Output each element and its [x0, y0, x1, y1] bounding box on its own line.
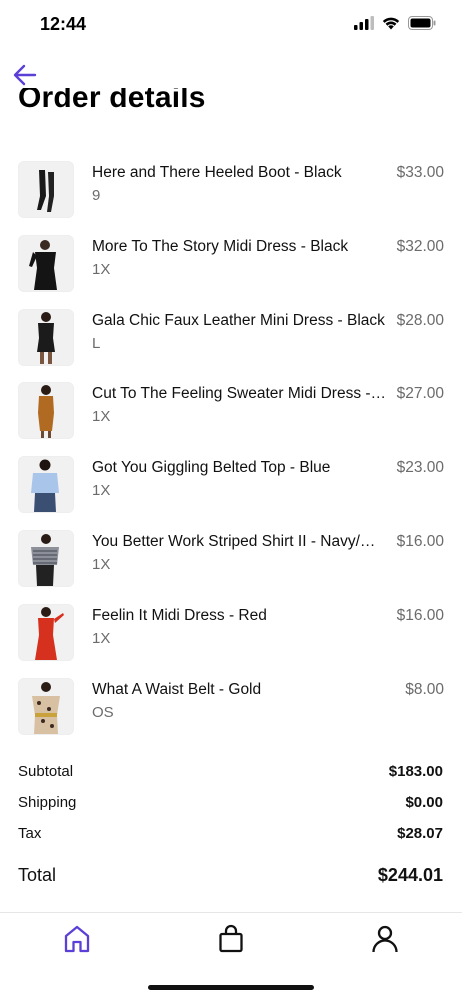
product-thumbnail	[18, 234, 74, 292]
tab-profile[interactable]	[365, 923, 405, 957]
order-item[interactable]: Here and There Heeled Boot - Black 9 $33…	[0, 153, 462, 227]
subtotal-row: Subtotal $183.00	[18, 760, 443, 791]
status-time: 12:44	[40, 14, 87, 34]
product-thumbnail	[18, 529, 74, 587]
item-price: $8.00	[405, 680, 444, 698]
product-thumbnail	[18, 382, 74, 440]
shipping-label: Shipping	[18, 794, 77, 811]
page-title: Order details	[18, 88, 206, 114]
order-item[interactable]: Feelin It Midi Dress - Red 1X $16.00	[0, 596, 462, 670]
profile-icon	[372, 925, 398, 953]
cellular-signal-icon	[354, 16, 374, 30]
subtotal-value: $183.00	[388, 763, 443, 780]
item-size: L	[92, 334, 101, 352]
shipping-value: $0.00	[405, 794, 443, 811]
arrow-left-icon	[13, 64, 37, 86]
status-bar: 12:44	[0, 0, 462, 50]
item-price: $16.00	[396, 606, 444, 624]
wifi-icon	[382, 17, 400, 30]
item-price: $32.00	[396, 237, 444, 255]
total-label: Total	[18, 865, 57, 885]
item-size: 1X	[92, 408, 111, 426]
total-row: Total $244.01	[18, 859, 443, 899]
tax-value: $28.07	[397, 825, 443, 842]
item-size: 1X	[92, 482, 111, 500]
status-icons	[354, 16, 436, 30]
home-icon	[64, 925, 90, 953]
order-item[interactable]: More To The Story Midi Dress - Black 1X …	[0, 227, 462, 301]
order-item[interactable]: Cut To The Feeling Sweater Midi Dress - …	[0, 374, 462, 448]
item-name: Cut To The Feeling Sweater Midi Dress - …	[92, 385, 388, 403]
item-price: $27.00	[396, 385, 444, 403]
item-size: OS	[92, 703, 114, 721]
item-size: 9	[92, 187, 101, 204]
item-price: $23.00	[396, 459, 444, 477]
tab-home[interactable]	[57, 923, 97, 957]
item-price: $28.00	[396, 311, 444, 329]
item-name: Feelin It Midi Dress - Red	[92, 606, 267, 624]
product-thumbnail	[18, 677, 74, 735]
item-name: You Better Work Striped Shirt II - Navy/…	[92, 532, 388, 550]
total-value: $244.01	[377, 865, 443, 885]
item-name: More To The Story Midi Dress - Black	[92, 237, 349, 255]
tab-bag[interactable]	[211, 923, 251, 957]
item-name: What A Waist Belt - Gold	[92, 680, 262, 698]
tax-label: Tax	[18, 825, 42, 842]
home-indicator	[148, 985, 314, 990]
battery-icon	[408, 16, 436, 30]
shipping-row: Shipping $0.00	[18, 791, 443, 822]
back-button[interactable]	[10, 60, 40, 90]
item-size: 1X	[92, 555, 111, 573]
item-name: Got You Giggling Belted Top - Blue	[92, 459, 331, 477]
product-thumbnail	[18, 603, 74, 661]
product-thumbnail	[18, 161, 74, 218]
product-thumbnail	[18, 308, 74, 366]
item-price: $33.00	[396, 164, 444, 181]
item-name: Gala Chic Faux Leather Mini Dress - Blac…	[92, 311, 385, 329]
product-thumbnail	[18, 456, 74, 514]
tax-row: Tax $28.07	[18, 822, 443, 853]
order-item[interactable]: What A Waist Belt - Gold OS $8.00	[0, 670, 462, 744]
order-summary: Subtotal $183.00 Shipping $0.00 Tax $28.…	[18, 760, 443, 899]
page-title-container: Order details	[0, 88, 462, 122]
subtotal-label: Subtotal	[18, 763, 74, 780]
order-item[interactable]: Got You Giggling Belted Top - Blue 1X $2…	[0, 448, 462, 522]
item-size: 1X	[92, 629, 111, 647]
order-item[interactable]: Gala Chic Faux Leather Mini Dress - Blac…	[0, 301, 462, 375]
shopping-bag-icon	[219, 924, 243, 953]
order-item[interactable]: You Better Work Striped Shirt II - Navy/…	[0, 522, 462, 596]
item-size: 1X	[92, 260, 111, 278]
order-item-list: Here and There Heeled Boot - Black 9 $33…	[0, 153, 462, 743]
item-price: $16.00	[396, 532, 444, 550]
item-name: Here and There Heeled Boot - Black	[92, 164, 342, 181]
